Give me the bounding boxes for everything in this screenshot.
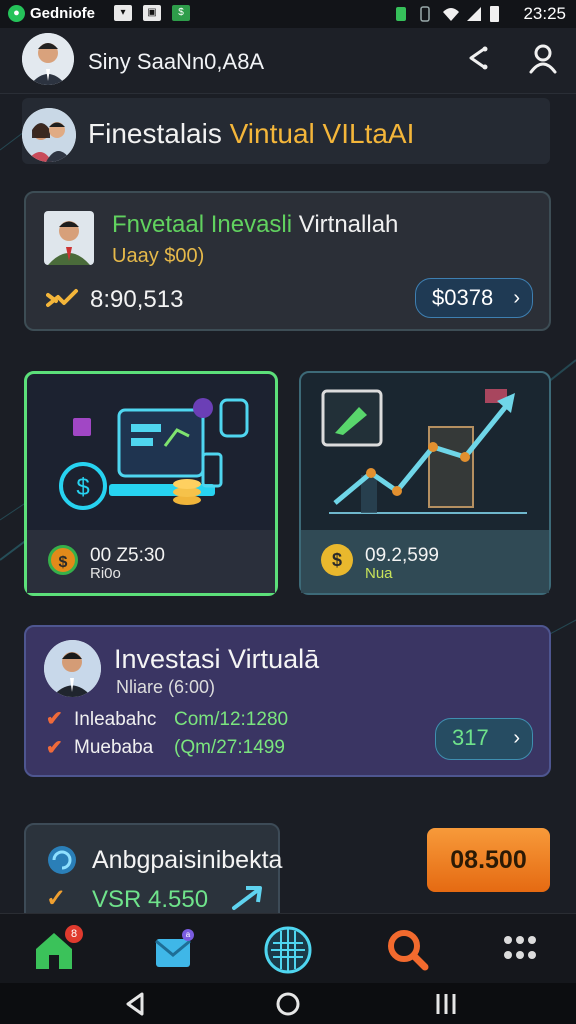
wifi-icon [443,8,459,21]
banner-title-yellow: Vintual VILtaAI [229,118,415,149]
featured-amount: 8:90,513 [90,286,184,313]
investment-title: Investasi Virtualā [114,644,320,674]
user-name: Siny SaaNn0,A8A [88,49,265,74]
featured-title-green: Fnvetaal Inevasli [112,211,293,238]
mail-badge: a [182,929,194,941]
tile-2-label: Nua [365,565,393,582]
featured-button-label: $0378 [432,285,494,310]
app-icon: $ [172,5,190,21]
chevron-right-icon: › [513,727,520,749]
investment-row-1-label: Inleabahc [74,709,157,730]
home-badge: 8 [65,925,83,943]
banner-title-white: Finestalais [88,118,222,149]
check-icon: ✔ [46,708,63,730]
chevron-right-icon: › [513,287,520,309]
arrow-up-right-icon [232,886,262,910]
globe-icon [264,926,312,974]
investment-row-1-value: Com/12:1280 [174,709,289,730]
home-circle-icon[interactable] [268,988,308,1020]
status-time: 23:25 [523,4,566,23]
chevron-down-icon: ✓ [46,885,67,912]
investor-avatar [44,640,101,697]
dollar-coin-icon: $ [321,544,353,576]
tile-1-number: 00 Z5:30 [90,545,165,566]
orange-action-button[interactable]: 08.500 [427,828,550,892]
svg-text:$: $ [76,474,89,501]
investment-button-label: 317 [452,725,489,750]
nav-more[interactable] [498,925,548,975]
more-grid-icon [504,936,536,959]
investment-subtitle: Nliare (6:00) [116,677,216,697]
video-icon: ▣ [143,5,161,21]
investment-row-2-label: Muebaba [74,737,154,758]
nav-home[interactable]: 8 [32,925,83,975]
status-carrier: Gedniofe [30,5,96,22]
search-icon [388,930,429,971]
bottom-card-title: Anbgpaisinibekta [92,846,283,874]
coin-icon: $ [48,545,78,575]
bottom-card-value: VSR 4.550 [92,886,209,913]
growth-chart-icon [321,389,527,514]
featured-title-white: Virtnallah [298,211,399,238]
investment-action-button[interactable]: 317 › [435,718,533,760]
user-icon[interactable] [527,42,559,74]
vibrate-icon [420,6,430,22]
tile-1-label: Ri0o [90,565,121,582]
featured-avatar [44,211,94,265]
nav-explore[interactable] [263,925,313,975]
group-avatar [22,108,76,162]
mail-icon [155,939,191,967]
app-notification-icon: ● [8,5,25,22]
back-icon[interactable] [116,988,156,1020]
signal-icon [467,7,481,21]
featured-action-button[interactable]: $0378 › [415,278,533,318]
battery-saver-icon [396,7,406,21]
battery-icon [490,6,499,22]
user-avatar[interactable] [22,33,74,85]
featured-title: Fnvetaal Inevasli Virtnallah [112,211,398,239]
nav-messages[interactable]: a [152,925,202,975]
tile-2-number: 09.2,599 [365,545,439,566]
check-icon: ✔ [46,737,63,759]
share-icon[interactable] [462,42,494,74]
notification-icon: ▾ [114,5,132,21]
banner-title: Finestalais Vintual VILtaAI [88,118,414,150]
recents-icon[interactable] [426,988,466,1020]
featured-subtitle: Uaay $00) [112,245,205,267]
investment-illustration-icon: $ [59,398,249,510]
growth-icon [46,289,78,307]
investment-row-2-value: (Qm/27:1499 [174,737,285,758]
swirl-icon [48,846,76,874]
nav-search[interactable] [383,925,433,975]
